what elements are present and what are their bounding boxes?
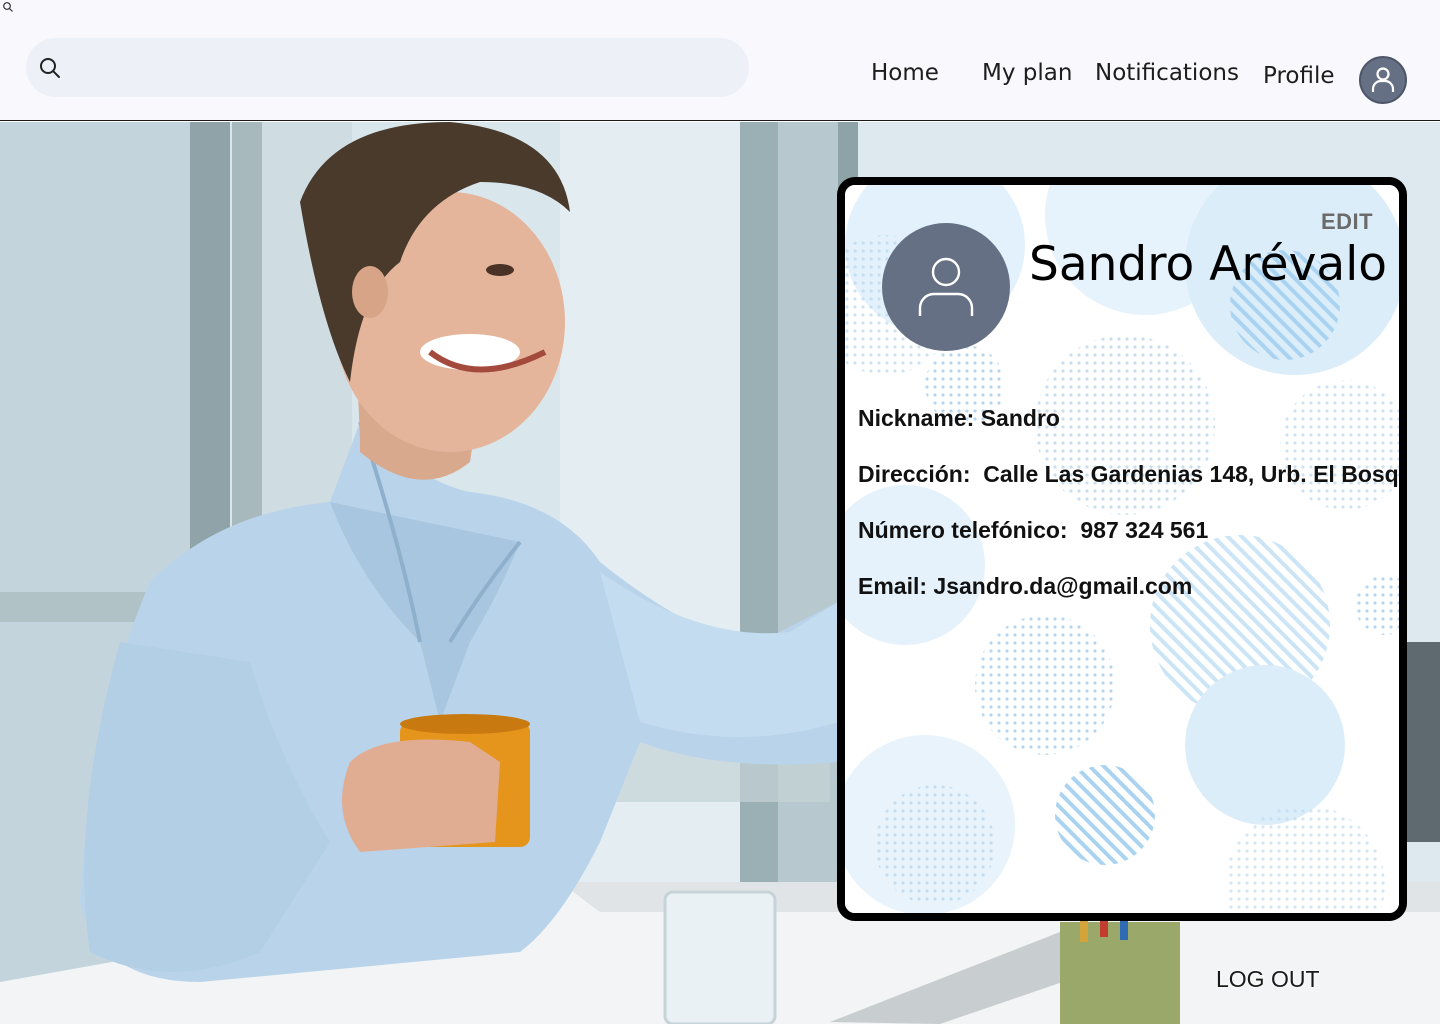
profile-card: EDIT Sandro Arévalo Nickname: Sandro Dir… (837, 177, 1407, 921)
user-icon (1371, 67, 1395, 92)
nickname-row: Nickname: Sandro (858, 405, 1060, 432)
search-icon[interactable] (38, 56, 62, 80)
phone-value: 987 324 561 (1080, 517, 1209, 543)
search-input[interactable] (76, 38, 736, 97)
address-row: Dirección: Calle Las Gardenias 148, Urb.… (858, 461, 1407, 488)
nav-home[interactable]: Home (871, 60, 939, 86)
nav-notifications[interactable]: Notifications (1095, 60, 1239, 86)
top-header: Home My plan Notifications Profile (0, 0, 1440, 121)
profile-avatar (882, 223, 1010, 351)
nickname-label: Nickname: (858, 405, 975, 431)
user-icon (918, 257, 974, 316)
phone-label: Número telefónico: (858, 517, 1068, 543)
address-label: Dirección: (858, 461, 971, 487)
email-row: Email: Jsandro.da@gmail.com (858, 573, 1192, 600)
profile-name: Sandro Arévalo (1029, 237, 1388, 292)
phone-row: Número telefónico: 987 324 561 (858, 517, 1208, 544)
email-value: Jsandro.da@gmail.com (933, 573, 1193, 599)
logout-button[interactable]: LOG OUT (1216, 966, 1320, 993)
edit-profile-button[interactable]: EDIT (1321, 209, 1373, 235)
nav-profile[interactable]: Profile (1263, 63, 1335, 89)
user-avatar-button[interactable] (1359, 56, 1407, 104)
search-bar[interactable] (26, 38, 749, 97)
search-icon[interactable] (2, 1, 14, 13)
email-label: Email: (858, 573, 928, 599)
address-value: Calle Las Gardenias 148, Urb. El Bosque (983, 461, 1407, 487)
nickname-value: Sandro (980, 405, 1060, 431)
nav-my-plan[interactable]: My plan (982, 60, 1072, 86)
